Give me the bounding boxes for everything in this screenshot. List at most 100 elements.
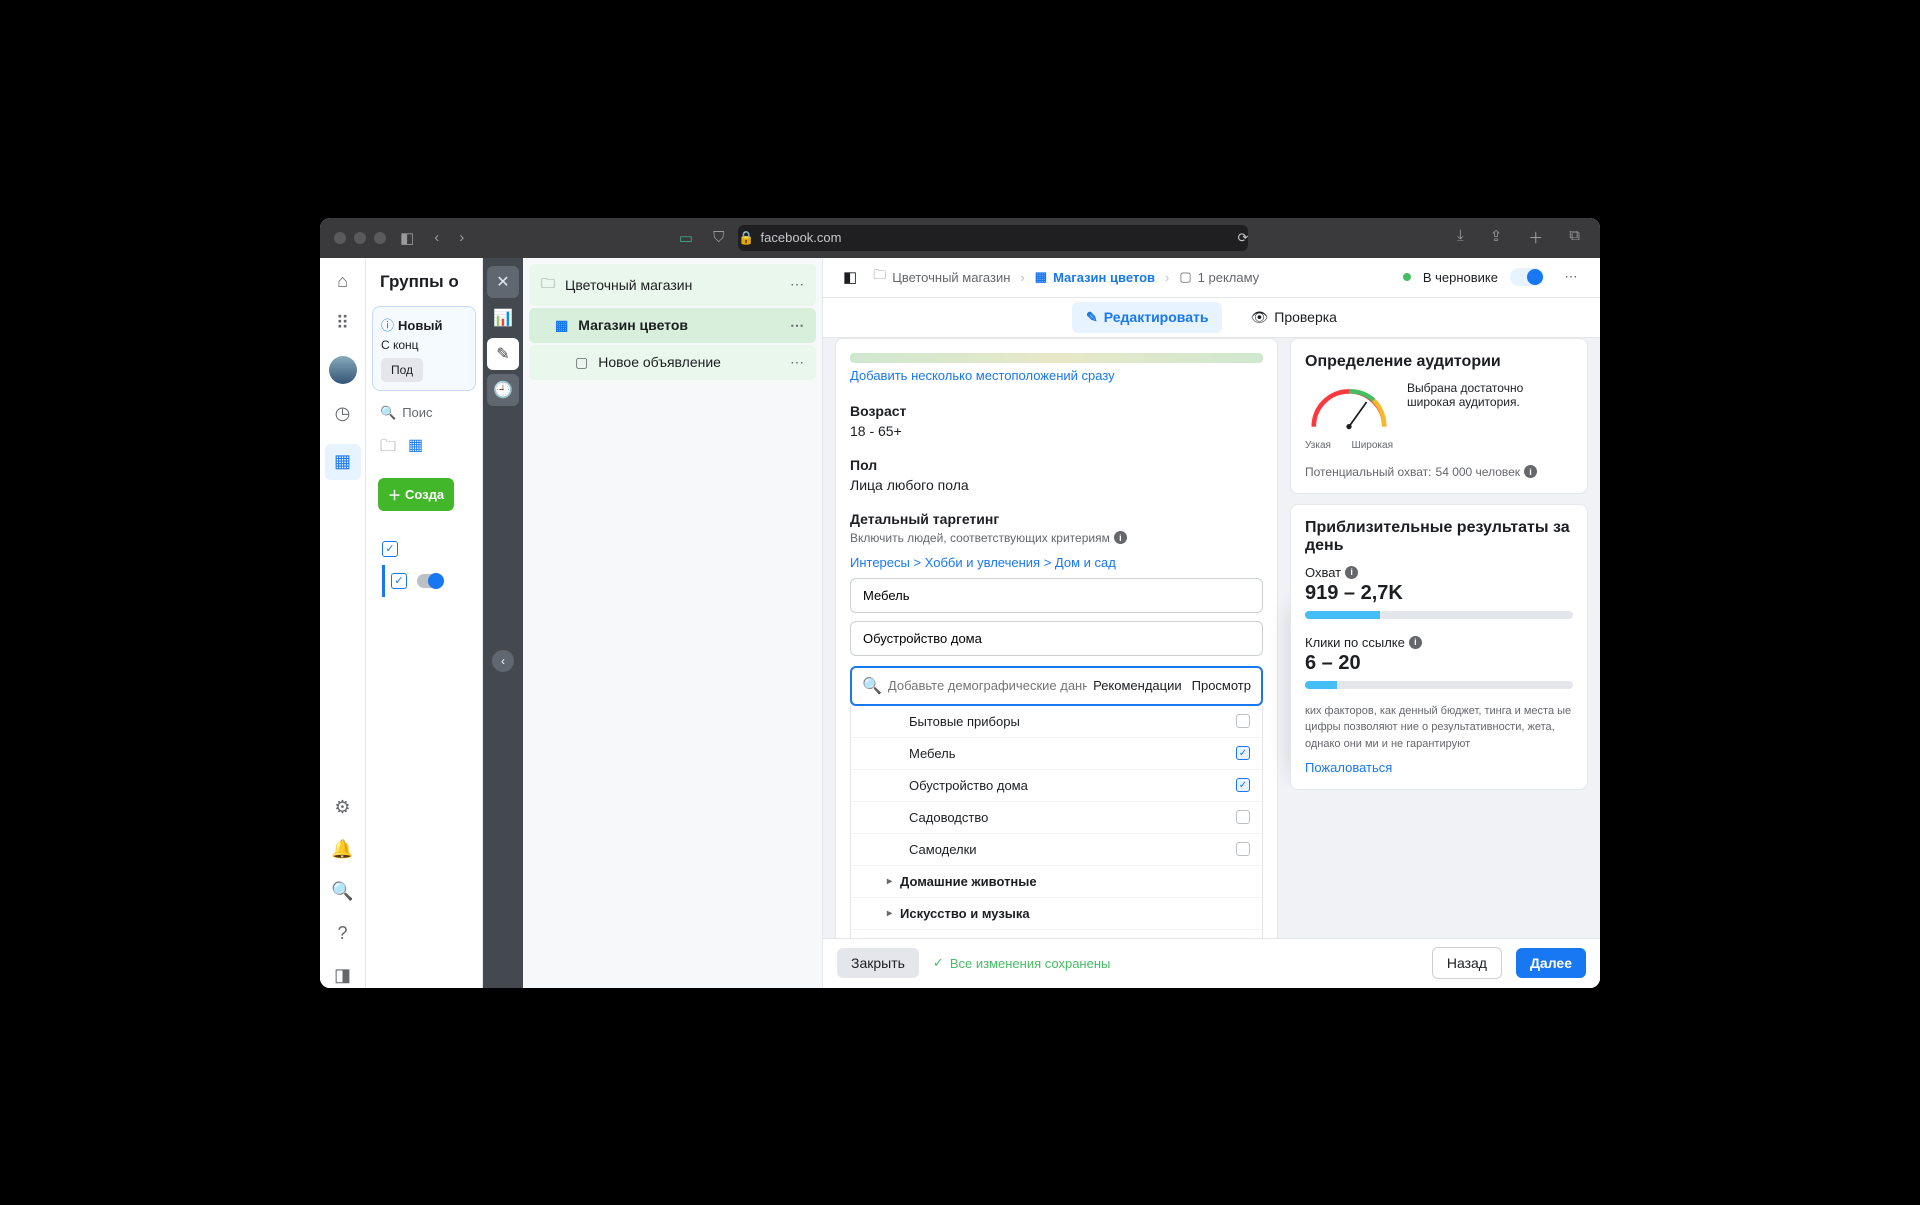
- gauge-icon[interactable]: ◷: [331, 402, 355, 426]
- structure-tree: 🗀 Цветочный магазин ⋯ ▦ Магазин цветов ⋯…: [523, 258, 823, 988]
- ads-table-icon[interactable]: ▦: [325, 444, 361, 480]
- more-icon[interactable]: ⋯: [790, 317, 804, 334]
- breadcrumb: ◧ 🗀Цветочный магазин › ▦Магазин цветов ›…: [823, 258, 1600, 298]
- info-icon[interactable]: i: [1345, 566, 1358, 579]
- dd-option[interactable]: Садоводство: [851, 802, 1262, 834]
- close-icon[interactable]: ✕: [487, 266, 519, 298]
- new-tab-icon[interactable]: ＋: [1522, 227, 1549, 248]
- sidebar-toggle-icon[interactable]: ◧: [394, 229, 420, 247]
- help-icon[interactable]: ?: [331, 922, 355, 946]
- side-panel: Определение аудитории УзкаяШирокая Выбра…: [1290, 338, 1600, 938]
- close-button[interactable]: Закрыть: [837, 948, 919, 978]
- age-label: Возраст: [850, 403, 1263, 419]
- checkbox[interactable]: ✓: [1236, 746, 1250, 760]
- avatar[interactable]: [329, 356, 357, 384]
- crumb-adset[interactable]: ▦Магазин цветов: [1035, 269, 1155, 285]
- checkbox[interactable]: ✓: [382, 541, 398, 557]
- shield-icon[interactable]: ⛉: [707, 229, 730, 246]
- share-icon[interactable]: ⇪: [1484, 227, 1509, 248]
- clicks-value: 6 – 20: [1305, 652, 1573, 675]
- nav-fwd-icon[interactable]: ›: [453, 229, 470, 246]
- targeting-card: Добавить несколько местоположений сразу …: [835, 338, 1278, 938]
- grid-icon[interactable]: ⠿: [331, 312, 355, 336]
- crumb-ad[interactable]: ▢1 рекламу: [1179, 269, 1259, 285]
- dd-option[interactable]: Бытовые приборы: [851, 706, 1262, 738]
- panel-icon[interactable]: ◨: [331, 964, 355, 988]
- report-link[interactable]: Пожаловаться: [1305, 760, 1392, 775]
- info-icon[interactable]: i: [1114, 531, 1127, 544]
- checkbox[interactable]: [1236, 714, 1250, 728]
- next-button[interactable]: Далее: [1516, 948, 1586, 978]
- table-row[interactable]: ✓: [382, 533, 466, 565]
- interest-pill[interactable]: Мебель: [850, 578, 1263, 613]
- url-bar[interactable]: 🔒 facebook.com ⟳: [738, 225, 1248, 251]
- tree-adset[interactable]: ▦ Магазин цветов ⋯: [529, 308, 816, 343]
- reach-value: 919 – 2,7K: [1305, 582, 1573, 605]
- min-dot[interactable]: [354, 232, 366, 244]
- create-button[interactable]: ＋ Созда: [378, 478, 454, 511]
- search-icon: 🔍: [380, 405, 396, 421]
- info-card-button[interactable]: Под: [381, 358, 423, 382]
- interest-search-input[interactable]: [882, 678, 1093, 693]
- search-rail-icon[interactable]: 🔍: [331, 880, 355, 904]
- gender-value: Лица любого пола: [850, 477, 1263, 493]
- info-icon[interactable]: i: [1524, 465, 1537, 478]
- checkbox[interactable]: ✓: [391, 573, 407, 589]
- dd-category[interactable]: ▸Политика и социальные проблемы: [851, 930, 1262, 938]
- pencil-icon[interactable]: ✎: [487, 338, 519, 370]
- more-icon[interactable]: ⋯: [790, 354, 804, 371]
- more-icon[interactable]: ⋯: [1556, 262, 1586, 292]
- add-locations-link[interactable]: Добавить несколько местоположений сразу: [850, 368, 1115, 383]
- toggle[interactable]: [417, 574, 443, 588]
- info-icon[interactable]: i: [1409, 636, 1422, 649]
- detail-targeting-label: Детальный таргетинг: [850, 511, 1263, 527]
- nav-back-icon[interactable]: ‹: [428, 229, 445, 246]
- table-row[interactable]: ✓: [382, 565, 466, 597]
- max-dot[interactable]: [374, 232, 386, 244]
- search-campaigns[interactable]: 🔍 Поис: [372, 405, 476, 421]
- checkbox[interactable]: ✓: [1236, 778, 1250, 792]
- publish-toggle[interactable]: [1510, 268, 1544, 286]
- checkbox[interactable]: [1236, 842, 1250, 856]
- ad-icon: ▢: [1179, 269, 1191, 285]
- results-card: Приблизительные результаты за день Охват…: [1290, 504, 1588, 791]
- interest-breadcrumb[interactable]: Интересы > Хобби и увлечения > Дом и сад: [850, 555, 1263, 570]
- recommendations-link[interactable]: Рекомендации: [1093, 678, 1182, 693]
- dd-category[interactable]: ▸Искусство и музыка: [851, 898, 1262, 930]
- tab-review[interactable]: 👁Проверка: [1236, 302, 1351, 333]
- tracker-icon[interactable]: ▭: [673, 229, 699, 247]
- clock-icon[interactable]: 🕘: [487, 374, 519, 406]
- crumb-campaign[interactable]: 🗀Цветочный магазин: [873, 266, 1010, 288]
- tab-edit[interactable]: ✎Редактировать: [1072, 302, 1222, 333]
- bell-icon[interactable]: 🔔: [331, 838, 355, 862]
- dd-option[interactable]: Мебель✓: [851, 738, 1262, 770]
- dd-option[interactable]: Самоделки: [851, 834, 1262, 866]
- interest-search[interactable]: 🔍 Рекомендации Просмотр: [850, 666, 1263, 706]
- chart-icon[interactable]: 📊: [487, 302, 519, 334]
- dd-option[interactable]: Обустройство дома✓: [851, 770, 1262, 802]
- collapse-icon[interactable]: ‹: [492, 650, 514, 672]
- tree-campaign[interactable]: 🗀 Цветочный магазин ⋯: [529, 264, 816, 306]
- main-panel: ◧ 🗀Цветочный магазин › ▦Магазин цветов ›…: [823, 258, 1600, 988]
- more-icon[interactable]: ⋯: [790, 276, 804, 293]
- tree-ad[interactable]: ▢ Новое объявление ⋯: [529, 345, 816, 380]
- dd-category[interactable]: ▸Домашние животные: [851, 866, 1262, 898]
- grid-blue-icon[interactable]: ▦: [408, 435, 423, 462]
- results-heading: Приблизительные результаты за день: [1305, 519, 1573, 555]
- window-controls[interactable]: [334, 232, 386, 244]
- detail-targeting-sub: Включить людей, соответствующих критерия…: [850, 531, 1263, 545]
- home-icon[interactable]: ⌂: [331, 270, 355, 294]
- interest-pill[interactable]: Обустройство дома: [850, 621, 1263, 656]
- clicks-bar: [1305, 681, 1573, 689]
- browse-link[interactable]: Просмотр: [1192, 678, 1251, 693]
- folder-icon[interactable]: 🗀: [380, 435, 396, 462]
- reload-icon[interactable]: ⟳: [1237, 230, 1248, 246]
- caret-right-icon: ▸: [887, 908, 892, 919]
- close-dot[interactable]: [334, 232, 346, 244]
- panel-toggle-icon[interactable]: ◧: [837, 268, 863, 286]
- gear-icon[interactable]: ⚙: [331, 796, 355, 820]
- back-button[interactable]: Назад: [1432, 947, 1502, 979]
- checkbox[interactable]: [1236, 810, 1250, 824]
- download-icon[interactable]: ⤓: [1451, 227, 1470, 248]
- tabs-icon[interactable]: ⧉: [1563, 227, 1586, 248]
